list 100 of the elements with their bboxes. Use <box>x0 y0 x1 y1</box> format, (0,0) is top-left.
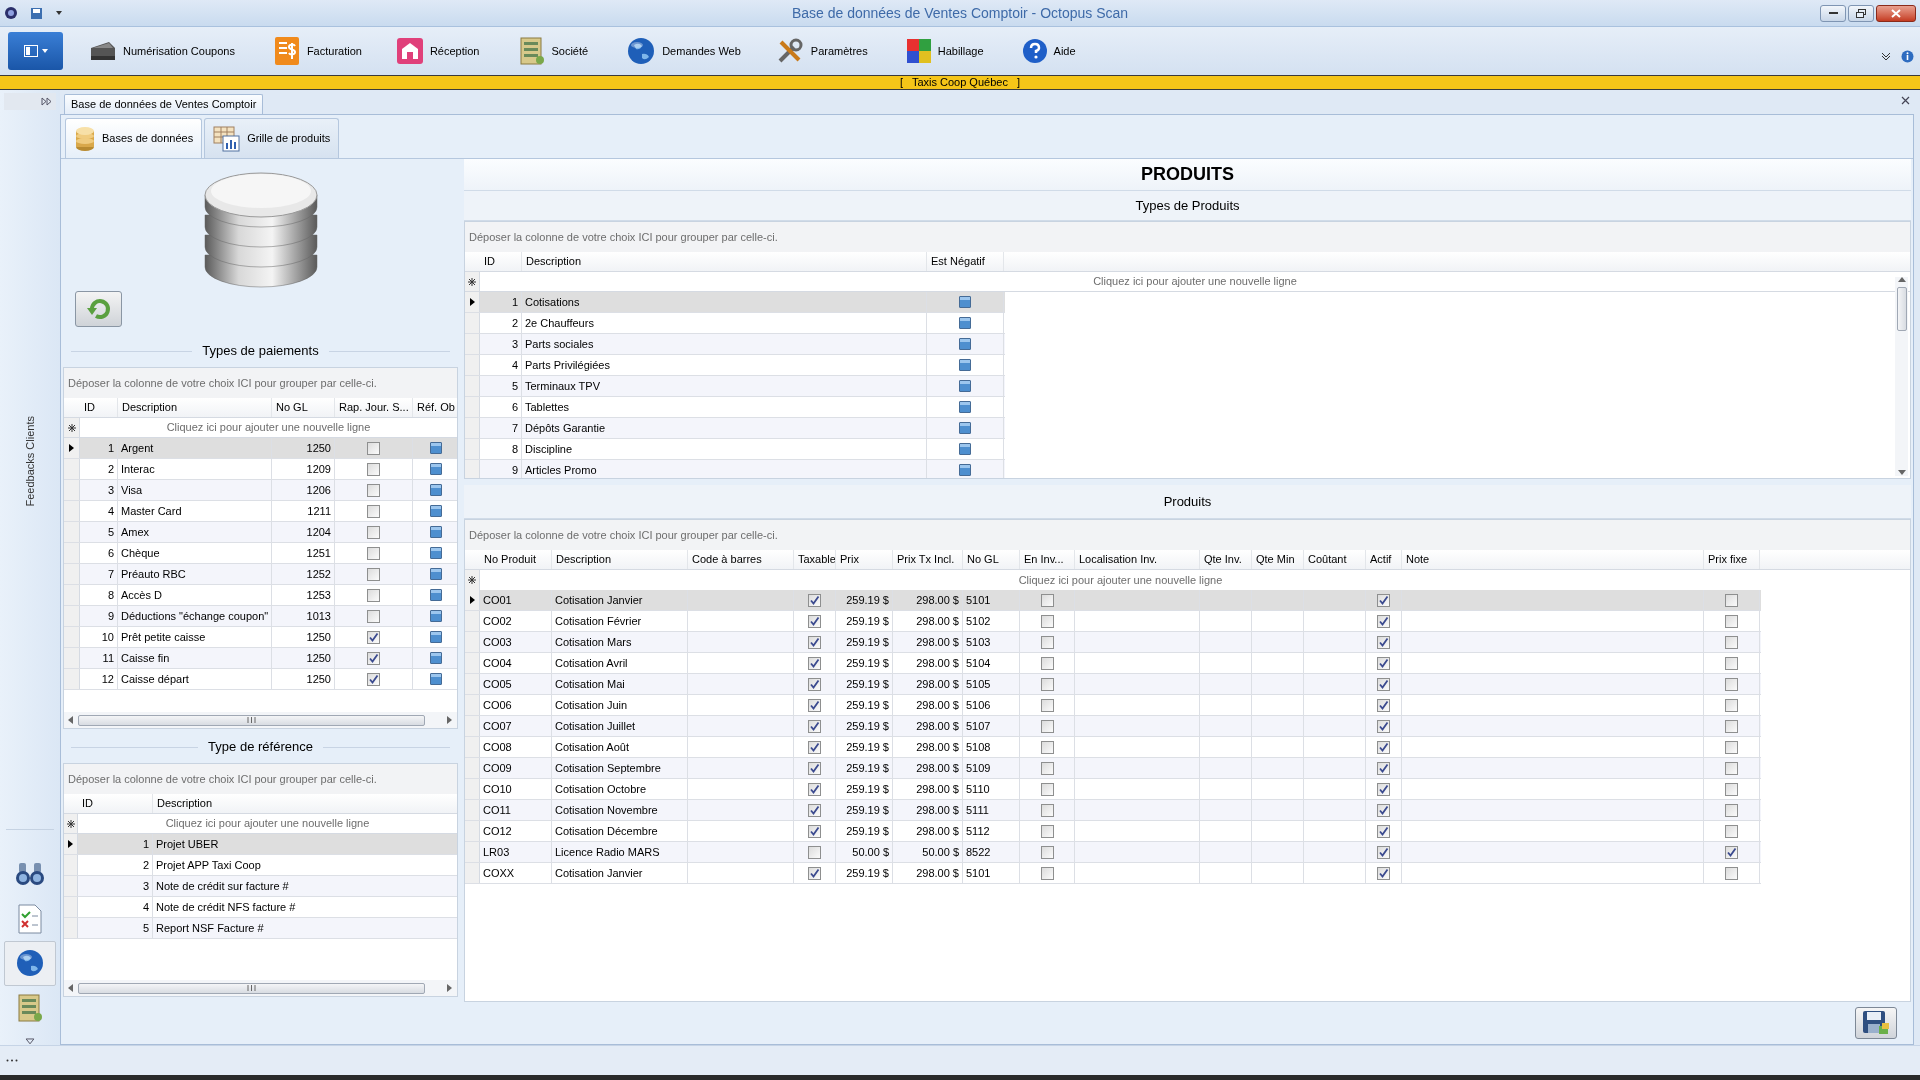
checkbox[interactable] <box>808 677 821 691</box>
checkbox[interactable] <box>808 761 821 775</box>
checkbox[interactable] <box>1040 866 1054 880</box>
refresh-button[interactable] <box>75 291 122 327</box>
tab[interactable]: Grille de produits <box>204 118 340 158</box>
scrollbar-thumb[interactable] <box>78 982 425 994</box>
checkbox[interactable] <box>808 824 821 838</box>
column-header[interactable]: Qte Min <box>1256 551 1295 568</box>
editor-button-icon[interactable] <box>959 443 971 455</box>
checkbox[interactable] <box>367 504 380 518</box>
editor-button-icon[interactable] <box>430 505 442 517</box>
checkbox[interactable] <box>367 483 380 497</box>
checkbox[interactable] <box>1725 698 1738 712</box>
checkbox[interactable] <box>367 546 380 560</box>
checkbox[interactable] <box>1040 698 1054 712</box>
ribbon-button[interactable]: Demandes Web <box>624 32 743 70</box>
restore-button[interactable] <box>1848 4 1874 22</box>
editor-button-icon[interactable] <box>959 422 971 434</box>
column-header[interactable]: Est Négatif <box>931 253 985 270</box>
checkbox[interactable] <box>808 782 821 796</box>
checkbox[interactable] <box>808 740 821 754</box>
column-header[interactable]: Coûtant <box>1308 551 1347 568</box>
more-icon[interactable] <box>6 1059 18 1062</box>
editor-button-icon[interactable] <box>430 526 442 538</box>
checkbox[interactable] <box>1725 845 1738 859</box>
checkbox[interactable] <box>1040 845 1054 859</box>
checkbox[interactable] <box>808 698 821 712</box>
checkbox[interactable] <box>1725 635 1738 649</box>
checkbox[interactable] <box>1377 761 1390 775</box>
editor-button-icon[interactable] <box>430 568 442 580</box>
editor-button-icon[interactable] <box>959 296 971 308</box>
ribbon-button[interactable]: Habillage <box>903 32 986 70</box>
checkbox[interactable] <box>1377 635 1390 649</box>
app-logo-icon[interactable] <box>4 6 18 20</box>
checkbox[interactable] <box>367 462 380 476</box>
checkbox[interactable] <box>1040 803 1054 817</box>
column-header[interactable]: ID <box>84 399 95 416</box>
editor-button-icon[interactable] <box>430 589 442 601</box>
checkbox[interactable] <box>1725 719 1738 733</box>
close-icon[interactable] <box>1901 96 1910 105</box>
column-header[interactable]: Réf. Ob <box>417 399 455 416</box>
checkbox[interactable] <box>808 866 821 880</box>
column-header[interactable]: Taxable <box>798 551 835 568</box>
column-header[interactable]: No GL <box>276 399 308 416</box>
checkbox[interactable] <box>808 719 821 733</box>
new-row-prompt[interactable]: Cliquez ici pour ajouter une nouvelle ligne <box>1093 273 1297 290</box>
editor-button-icon[interactable] <box>959 317 971 329</box>
editor-button-icon[interactable] <box>959 359 971 371</box>
checkbox[interactable] <box>1377 593 1390 607</box>
checkbox[interactable] <box>1040 593 1054 607</box>
new-row-prompt[interactable]: Cliquez ici pour ajouter une nouvelle ligne <box>165 815 370 832</box>
ribbon-button[interactable]: Réception <box>393 32 482 70</box>
checkbox[interactable] <box>1377 845 1390 859</box>
editor-button-icon[interactable] <box>959 338 971 350</box>
row-header[interactable] <box>64 438 80 458</box>
checkbox[interactable] <box>808 635 821 649</box>
editor-button-icon[interactable] <box>430 610 442 622</box>
scroll-left-icon[interactable] <box>68 984 74 992</box>
column-header[interactable]: No GL <box>967 551 999 568</box>
checkbox[interactable] <box>1725 614 1738 628</box>
sidebar-label[interactable]: Feedbacks Clients <box>21 416 39 507</box>
editor-button-icon[interactable] <box>430 484 442 496</box>
close-button[interactable] <box>1876 4 1916 22</box>
checkbox[interactable] <box>1040 635 1054 649</box>
expand-icon[interactable] <box>41 97 52 107</box>
checkbox[interactable] <box>1377 614 1390 628</box>
column-header[interactable]: Description <box>526 253 582 270</box>
checkbox[interactable] <box>1725 782 1738 796</box>
checkbox[interactable] <box>808 845 821 859</box>
checkbox[interactable] <box>367 609 380 623</box>
column-header[interactable]: Description <box>556 551 612 568</box>
column-header[interactable]: Localisation Inv. <box>1079 551 1158 568</box>
checkbox[interactable] <box>808 803 821 817</box>
editor-button-icon[interactable] <box>959 401 971 413</box>
more-icon[interactable] <box>25 1038 35 1045</box>
checkbox[interactable] <box>1725 677 1738 691</box>
dropdown-icon[interactable] <box>55 10 63 16</box>
checkbox[interactable] <box>1377 782 1390 796</box>
column-header[interactable]: Prix fixe <box>1708 551 1748 568</box>
editor-button-icon[interactable] <box>959 380 971 392</box>
checkbox[interactable] <box>1377 698 1390 712</box>
column-header[interactable]: Actif <box>1370 551 1392 568</box>
checkbox[interactable] <box>1040 824 1054 838</box>
editor-button-icon[interactable] <box>430 673 442 685</box>
checkbox[interactable] <box>1377 824 1390 838</box>
checkbox[interactable] <box>1377 677 1390 691</box>
checkbox[interactable] <box>1040 614 1054 628</box>
checkbox[interactable] <box>1377 866 1390 880</box>
ribbon-button[interactable]: Facturation <box>270 32 364 70</box>
column-header[interactable]: En Inv... <box>1024 551 1064 568</box>
checkbox[interactable] <box>1377 719 1390 733</box>
checkbox[interactable] <box>808 593 821 607</box>
sidebar-button[interactable] <box>4 941 56 986</box>
checkbox[interactable] <box>367 441 380 455</box>
editor-button-icon[interactable] <box>430 547 442 559</box>
tab[interactable]: Bases de données <box>65 118 203 158</box>
checkbox[interactable] <box>808 614 821 628</box>
editor-button-icon[interactable] <box>430 652 442 664</box>
checkbox[interactable] <box>1377 656 1390 670</box>
checkbox[interactable] <box>808 656 821 670</box>
